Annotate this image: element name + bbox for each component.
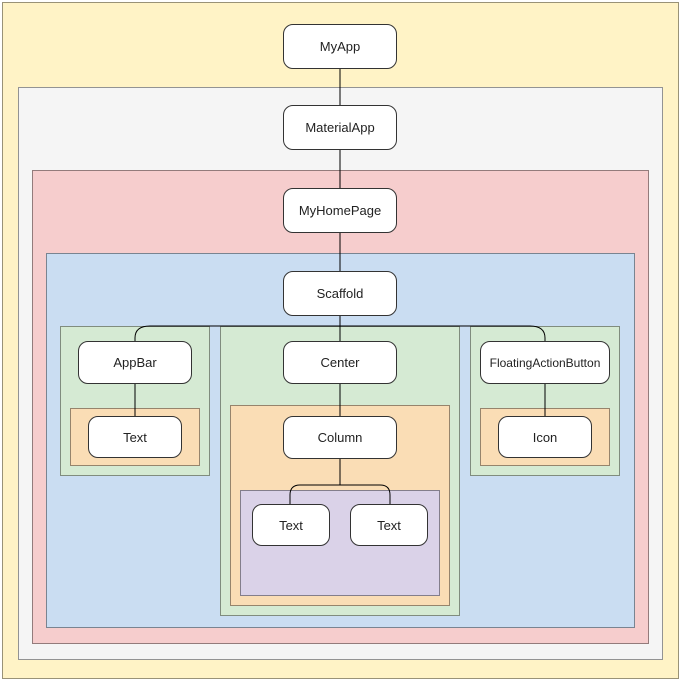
node-label: AppBar bbox=[113, 355, 156, 370]
node-label: Center bbox=[320, 355, 359, 370]
node-label: MyApp bbox=[320, 39, 360, 54]
node-materialapp: MaterialApp bbox=[283, 105, 397, 150]
node-label: Column bbox=[318, 430, 363, 445]
node-label: Icon bbox=[533, 430, 558, 445]
node-myapp: MyApp bbox=[283, 24, 397, 69]
node-label: MyHomePage bbox=[299, 203, 381, 218]
node-icon: Icon bbox=[498, 416, 592, 458]
node-label: MaterialApp bbox=[305, 120, 374, 135]
node-label: Text bbox=[279, 518, 303, 533]
node-center: Center bbox=[283, 341, 397, 384]
node-appbar: AppBar bbox=[78, 341, 192, 384]
node-label: Scaffold bbox=[317, 286, 364, 301]
node-label: Text bbox=[123, 430, 147, 445]
node-label: FloatingActionButton bbox=[490, 356, 601, 370]
node-column: Column bbox=[283, 416, 397, 459]
node-scaffold: Scaffold bbox=[283, 271, 397, 316]
node-text-left: Text bbox=[252, 504, 330, 546]
node-text-right: Text bbox=[350, 504, 428, 546]
node-label: Text bbox=[377, 518, 401, 533]
node-myhomepage: MyHomePage bbox=[283, 188, 397, 233]
node-text-appbar: Text bbox=[88, 416, 182, 458]
node-fab: FloatingActionButton bbox=[480, 341, 610, 384]
